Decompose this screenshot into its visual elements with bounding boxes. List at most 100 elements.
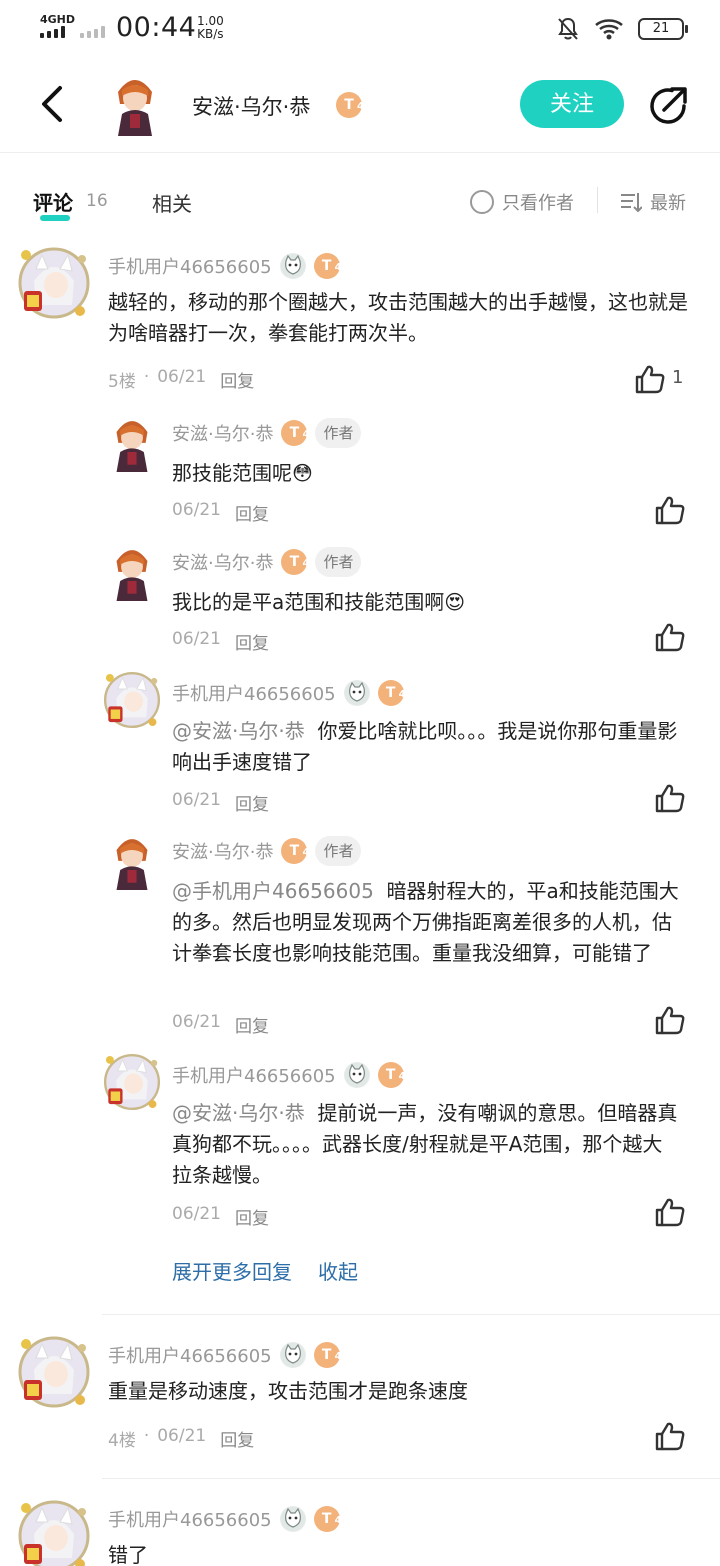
author-avatar[interactable] bbox=[104, 70, 166, 136]
like-count: 1 bbox=[672, 367, 684, 388]
comment-meta: 5楼 · 06/21 回复 bbox=[108, 367, 254, 392]
comments-count: 16 bbox=[86, 191, 108, 211]
comment-text: 重量是移动速度，攻击范围才是跑条速度 bbox=[108, 1379, 468, 1403]
thumbs-up-icon[interactable] bbox=[654, 1420, 686, 1452]
user-avatar[interactable] bbox=[16, 1334, 92, 1410]
reply-date: 06/21 bbox=[172, 1012, 221, 1032]
reply-text: 我比的是平a范围和技能范围啊😍 bbox=[172, 590, 466, 614]
level-badge: T4 bbox=[313, 1506, 342, 1532]
reply-expand-row: 展开更多回复 收起 bbox=[172, 1256, 358, 1285]
author-avatar[interactable] bbox=[102, 541, 162, 601]
thumbs-up-icon[interactable] bbox=[654, 782, 686, 814]
expand-more-replies-link[interactable]: 展开更多回复 bbox=[172, 1256, 292, 1285]
divider bbox=[102, 1314, 720, 1315]
reply-button[interactable]: 回复 bbox=[235, 1204, 269, 1229]
sort-button[interactable]: 最新 bbox=[620, 189, 686, 215]
author-avatar[interactable] bbox=[102, 830, 162, 890]
reply-user: 安滋·乌尔·恭 T4 作者 bbox=[172, 836, 362, 866]
comment-date: 06/21 bbox=[157, 1426, 207, 1446]
level-badge: T4 bbox=[313, 1342, 342, 1368]
only-author-label: 只看作者 bbox=[502, 193, 574, 214]
tab-comments[interactable]: 评论 bbox=[33, 187, 73, 216]
user-avatar[interactable] bbox=[102, 670, 162, 730]
comment-text: 错了 bbox=[108, 1543, 148, 1566]
reply-date: 06/21 bbox=[172, 629, 221, 649]
reply-text: @安滋·乌尔·恭 你爱比啥就比呗。。。我是说你那句重量影响出手速度错了 bbox=[172, 716, 682, 778]
comment-username[interactable]: 手机用户46656605 bbox=[108, 253, 272, 279]
reply-button[interactable]: 回复 bbox=[235, 500, 269, 525]
reply-username[interactable]: 手机用户46656605 bbox=[172, 680, 336, 706]
user-avatar[interactable] bbox=[102, 1052, 162, 1112]
level-sub: 4 bbox=[357, 101, 364, 112]
reply-meta: 06/21 回复 bbox=[172, 1012, 269, 1037]
follow-button[interactable]: 关注 bbox=[520, 80, 624, 128]
active-tab-indicator bbox=[40, 215, 70, 221]
reply-username[interactable]: 手机用户46656605 bbox=[172, 1062, 336, 1088]
signal-icon bbox=[40, 26, 72, 38]
comment-username[interactable]: 手机用户46656605 bbox=[108, 1506, 272, 1532]
level-badge: T4 bbox=[377, 680, 406, 706]
thumbs-up-icon[interactable] bbox=[654, 494, 686, 526]
collapse-link[interactable]: 收起 bbox=[318, 1256, 358, 1285]
reply-meta: 06/21 回复 bbox=[172, 1204, 269, 1229]
author-tag: 作者 bbox=[315, 547, 362, 577]
sort-list-icon bbox=[621, 193, 642, 213]
floor-number: 4楼 bbox=[108, 1431, 136, 1451]
meta-dot: · bbox=[143, 1426, 150, 1446]
reply-button[interactable]: 回复 bbox=[220, 1426, 254, 1451]
reply-button[interactable]: 回复 bbox=[220, 367, 254, 392]
mention-link[interactable]: @手机用户46656605 bbox=[172, 879, 374, 903]
cat-badge-icon bbox=[343, 1062, 370, 1088]
level-letter: T bbox=[344, 97, 354, 113]
reply-username[interactable]: 安滋·乌尔·恭 bbox=[172, 838, 273, 864]
mention-link[interactable]: @安滋·乌尔·恭 bbox=[172, 1101, 305, 1125]
comment-username[interactable]: 手机用户46656605 bbox=[108, 1342, 272, 1368]
reply-username[interactable]: 安滋·乌尔·恭 bbox=[172, 549, 273, 575]
reply-meta: 06/21 回复 bbox=[172, 500, 269, 525]
reply-text: 那技能范围呢😳 bbox=[172, 461, 313, 485]
thumbs-up-icon[interactable] bbox=[634, 363, 666, 395]
user-avatar[interactable] bbox=[16, 1498, 92, 1566]
battery-indicator: 21 bbox=[638, 18, 688, 40]
reply-text: @手机用户46656605 暗器射程大的，平a和技能范围大的多。然后也明显发现两… bbox=[172, 876, 682, 969]
thumbs-up-icon[interactable] bbox=[654, 1004, 686, 1036]
share-icon[interactable] bbox=[646, 84, 690, 128]
reply-text: @安滋·乌尔·恭 提前说一声，没有嘲讽的意思。但暗器真真狗都不玩。。。。武器长度… bbox=[172, 1098, 682, 1191]
author-tag: 作者 bbox=[315, 836, 362, 866]
comment-user: 手机用户46656605 T4 bbox=[108, 1506, 342, 1532]
reply-username[interactable]: 安滋·乌尔·恭 bbox=[172, 420, 273, 446]
reply-button[interactable]: 回复 bbox=[235, 790, 269, 815]
tab-related[interactable]: 相关 bbox=[152, 188, 192, 217]
reply-date: 06/21 bbox=[172, 1204, 221, 1224]
author-avatar[interactable] bbox=[102, 412, 162, 472]
floor-number: 5楼 bbox=[108, 372, 136, 392]
comment-user: 手机用户46656605 T4 bbox=[108, 1342, 342, 1368]
meta-dot: · bbox=[143, 367, 150, 387]
reply-button[interactable]: 回复 bbox=[235, 1012, 269, 1037]
author-tag: 作者 bbox=[315, 418, 362, 448]
sort-label: 最新 bbox=[650, 193, 686, 214]
only-author-toggle[interactable]: 只看作者 bbox=[470, 189, 574, 215]
reply-button[interactable]: 回复 bbox=[235, 629, 269, 654]
reply-user: 安滋·乌尔·恭 T4 作者 bbox=[172, 547, 362, 577]
mute-bell-icon bbox=[558, 17, 578, 40]
thumbs-up-icon[interactable] bbox=[654, 1196, 686, 1228]
comment-meta: 4楼 · 06/21 回复 bbox=[108, 1426, 254, 1451]
radio-icon bbox=[470, 190, 494, 214]
network-speed: 1.00 KB/s bbox=[197, 15, 224, 41]
cat-badge-icon bbox=[343, 680, 370, 706]
divider bbox=[597, 187, 598, 213]
status-icons: 21 bbox=[556, 14, 688, 44]
mention-link[interactable]: @安滋·乌尔·恭 bbox=[172, 719, 305, 743]
tab-bar: 评论 16 相关 只看作者 最新 bbox=[0, 153, 720, 233]
speed-unit: KB/s bbox=[197, 27, 224, 41]
author-name[interactable]: 安滋·乌尔·恭 bbox=[192, 91, 310, 121]
thumbs-up-icon[interactable] bbox=[654, 621, 686, 653]
level-badge: T4 bbox=[313, 253, 342, 279]
status-bar: 4GHD 00:44 1.00 KB/s 21 bbox=[0, 0, 720, 56]
cat-badge-icon bbox=[279, 1342, 306, 1368]
user-avatar[interactable] bbox=[16, 245, 92, 321]
level-badge: T4 bbox=[336, 92, 364, 118]
back-icon[interactable] bbox=[36, 84, 70, 124]
reply-date: 06/21 bbox=[172, 500, 221, 520]
